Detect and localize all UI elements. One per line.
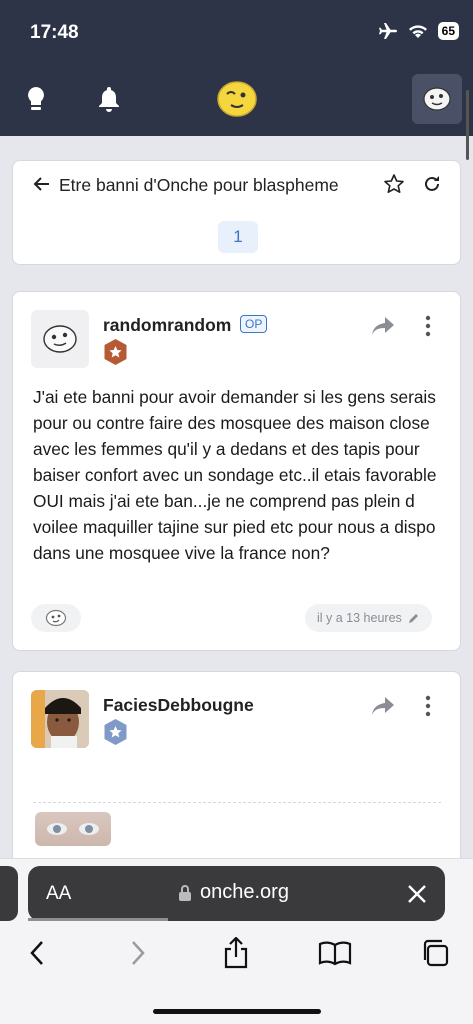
star-icon[interactable] (383, 173, 405, 195)
post-username[interactable]: FaciesDebbougne (103, 695, 254, 716)
chevron-right-icon (132, 941, 145, 965)
tabs-button[interactable] (420, 938, 450, 968)
refresh-icon[interactable] (421, 173, 443, 195)
reaction-button[interactable] (31, 604, 81, 632)
post-content: J'ai ete banni pour avoir demander si le… (33, 387, 437, 563)
page-number-button[interactable]: 1 (218, 221, 258, 253)
address-bar[interactable]: AA onche.org (28, 866, 445, 921)
topic-title: Etre banni d'Onche pour blaspheme (59, 175, 339, 195)
profile-face-icon (423, 87, 451, 111)
browser-forward-button[interactable] (126, 938, 150, 968)
content-divider (33, 802, 441, 803)
back-arrow-icon[interactable] (33, 175, 51, 193)
home-indicator[interactable] (153, 1009, 321, 1014)
edit-pencil-icon (408, 614, 418, 623)
battery-indicator: 65 (437, 22, 459, 40)
wifi-icon (408, 25, 427, 38)
default-avatar-face-icon (43, 325, 77, 353)
embedded-image[interactable] (35, 812, 111, 846)
smiley-face-icon (45, 609, 67, 627)
profile-button[interactable] (412, 74, 462, 124)
page-load-progress (28, 918, 168, 921)
book-icon (318, 941, 352, 966)
share-icon[interactable] (371, 315, 395, 337)
reader-settings-button[interactable]: AA (46, 883, 71, 905)
post-card: randomrandom OP J'ai ete banni pour avoi… (12, 291, 461, 651)
avatar[interactable] (31, 310, 89, 368)
post-card: FaciesDebbougne (12, 671, 461, 881)
share-icon[interactable] (371, 695, 395, 717)
post-username[interactable]: randomrandom (103, 315, 231, 336)
topic-header-card: Etre banni d'Onche pour blaspheme 1 (12, 160, 461, 265)
bell-icon[interactable] (95, 84, 123, 114)
tabs-icon (423, 939, 449, 967)
lock-icon (179, 885, 191, 901)
browser-back-button[interactable] (25, 938, 49, 968)
previous-tab-preview[interactable] (0, 866, 18, 921)
status-time: 17:48 (30, 22, 79, 43)
post-timestamp: il y a 13 heures (305, 604, 432, 632)
chevron-left-icon (30, 941, 43, 965)
op-badge: OP (240, 315, 268, 333)
timestamp-text: il y a 13 heures (317, 611, 402, 625)
avatar[interactable] (31, 690, 89, 748)
lightbulb-icon[interactable] (22, 84, 50, 114)
page-scrollbar[interactable] (466, 90, 469, 160)
url-text[interactable]: onche.org (200, 881, 289, 904)
share-box-icon (224, 937, 248, 969)
rank-badge-icon (104, 339, 127, 365)
onche-logo[interactable] (216, 80, 258, 118)
airplane-icon (378, 23, 397, 39)
status-icons: 65 (378, 22, 459, 40)
browser-share-button[interactable] (222, 937, 250, 969)
user-photo-avatar (31, 690, 89, 748)
more-options-icon[interactable] (423, 694, 433, 718)
rank-badge-icon (104, 719, 127, 745)
bookmarks-button[interactable] (318, 938, 352, 968)
close-icon[interactable] (406, 883, 428, 905)
more-options-icon[interactable] (423, 314, 433, 338)
app-header: 17:48 65 (0, 0, 473, 136)
